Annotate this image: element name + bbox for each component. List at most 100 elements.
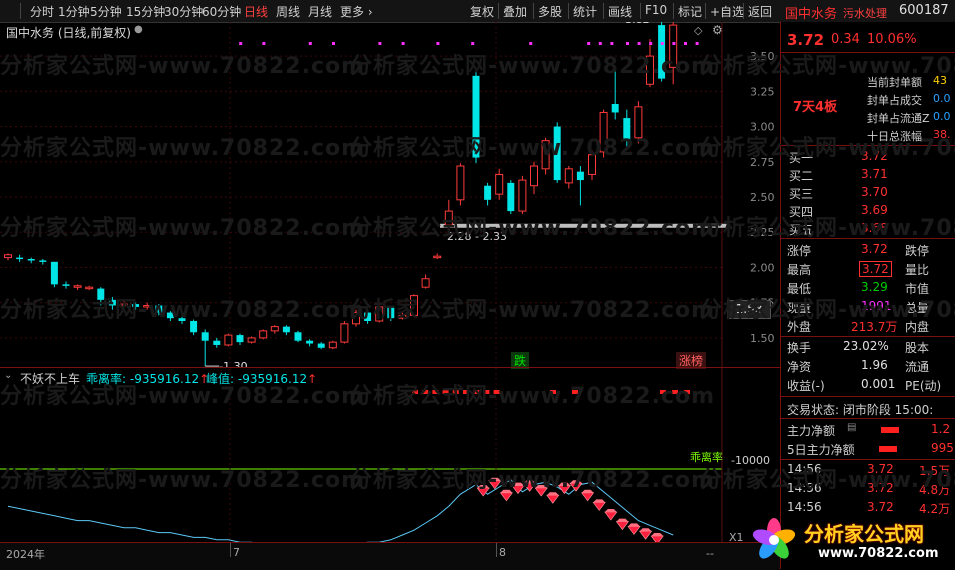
divider: [640, 3, 641, 19]
settings-icon[interactable]: ⚙: [712, 23, 723, 37]
candle[interactable]: [201, 329, 209, 367]
flow-value: 995: [931, 441, 954, 455]
signal-dot: [401, 42, 405, 45]
toolbar-button[interactable]: F10: [645, 3, 667, 17]
candle[interactable]: [317, 342, 325, 350]
watermark-text: 分析家公式网-www.70822.com: [0, 468, 366, 493]
time-axis[interactable]: 2024年 7 8 -- X1: [0, 531, 780, 570]
low-annotation: -1.30: [219, 360, 247, 367]
flow-value: 1.2: [931, 422, 951, 436]
candle[interactable]: [507, 180, 515, 214]
chart-options-dot[interactable]: ●: [134, 24, 143, 35]
divider: [705, 3, 706, 19]
candle[interactable]: [340, 321, 349, 344]
period-tab[interactable]: 15分钟: [126, 3, 165, 20]
candle[interactable]: [224, 333, 233, 347]
candle[interactable]: [484, 182, 492, 206]
candle[interactable]: [306, 339, 314, 347]
candle[interactable]: [530, 161, 538, 195]
toolbar-button[interactable]: +自选: [710, 3, 744, 20]
seal-value: 0.0: [933, 110, 951, 123]
stat2-label-right: 流通: [905, 360, 930, 374]
candle[interactable]: [247, 336, 256, 344]
stat2-label: 换手: [787, 341, 812, 355]
axis-month-8: 8: [499, 546, 506, 559]
candle[interactable]: [576, 166, 584, 206]
candle[interactable]: [421, 274, 430, 289]
candle[interactable]: [62, 281, 70, 289]
candle[interactable]: [259, 329, 268, 340]
candle[interactable]: [328, 340, 337, 350]
watermark-text: 分析家公式网-www.70822.com: [350, 54, 716, 79]
zoom-out-button[interactable]: --: [706, 547, 714, 560]
candle[interactable]: [27, 257, 35, 264]
stat2-label: 收益(-): [787, 379, 825, 393]
period-tab[interactable]: 1分钟: [58, 3, 90, 20]
period-tab[interactable]: 更多 ›: [340, 3, 373, 20]
diamond-icon[interactable]: ◇: [694, 24, 702, 37]
axis-month-7: 7: [233, 546, 240, 559]
toolbar-button[interactable]: 画线: [608, 3, 632, 20]
stat-label-right: 量比: [905, 263, 930, 277]
watermark-text: 分析家公式网-www.70822.com: [700, 54, 955, 79]
candle[interactable]: [39, 259, 47, 265]
watermark-text: 分析家公式网-www.70822.com: [700, 216, 955, 241]
candle[interactable]: [213, 337, 221, 348]
y-tick-label: 2.50: [750, 191, 775, 204]
candle[interactable]: [282, 325, 290, 336]
signal-dot: [587, 42, 591, 45]
scale-button[interactable]: X1: [729, 531, 744, 544]
candle[interactable]: [16, 254, 24, 262]
period-tab[interactable]: 60分钟: [202, 3, 241, 20]
candle[interactable]: [433, 253, 442, 259]
signal-dot: [610, 42, 614, 45]
period-tab[interactable]: 5分钟: [90, 3, 122, 20]
candle[interactable]: [85, 285, 94, 290]
period-tab[interactable]: 30分钟: [164, 3, 203, 20]
watermark-text: 分析家公式网-www.70822.com: [350, 384, 716, 409]
candle[interactable]: [518, 175, 527, 214]
candle[interactable]: [270, 325, 279, 334]
seal-label: 封单占成交: [867, 94, 922, 107]
signal-dot: [436, 42, 440, 45]
bid-label: 买三: [789, 187, 814, 201]
period-tab[interactable]: 分时: [30, 3, 54, 20]
stock-sector: 污水处理: [843, 7, 887, 20]
toolbar-button[interactable]: 叠加: [503, 3, 527, 20]
seal-value: 0.0: [933, 92, 951, 105]
candle[interactable]: [564, 166, 573, 189]
price-change-pct: 10.06%: [867, 32, 917, 47]
stock-name[interactable]: 国中水务: [785, 3, 837, 22]
toolbar-button[interactable]: 复权: [470, 3, 494, 20]
candle[interactable]: [73, 284, 82, 290]
signal-dot: [262, 42, 266, 45]
price-change: 0.34: [831, 32, 860, 47]
candle[interactable]: [294, 330, 302, 343]
stat2-value: 23.02%: [843, 339, 889, 353]
candle[interactable]: [495, 168, 504, 200]
watermark-text: 分析家公式网-www.70822.com: [700, 298, 955, 323]
signal-dot: [529, 42, 533, 45]
period-tab[interactable]: 月线: [308, 3, 332, 20]
candle[interactable]: [456, 163, 465, 206]
signal-dot: [637, 42, 641, 45]
list-icon[interactable]: ▤: [847, 422, 856, 433]
toolbar-button[interactable]: 返回: [748, 3, 772, 20]
candle[interactable]: [50, 261, 58, 288]
period-tab[interactable]: 日线: [244, 3, 268, 20]
flower-logo-icon: [752, 518, 796, 559]
toolbar-button[interactable]: 标记: [678, 3, 702, 20]
signal-dot: [649, 42, 653, 45]
stat2-value: 1.96: [861, 358, 888, 372]
candle[interactable]: [4, 253, 12, 261]
divider: [603, 3, 604, 19]
watermark-text: 分析家公式网-www.70822.com: [0, 136, 366, 161]
signal-dot: [695, 42, 699, 45]
toolbar-button[interactable]: 统计: [573, 3, 597, 20]
toolbar-button[interactable]: 多股: [538, 3, 562, 20]
y-tick-label: 1.50: [750, 332, 775, 345]
period-tab[interactable]: 周线: [276, 3, 300, 20]
stat2-label-right: 股本: [905, 341, 930, 355]
candle[interactable]: [236, 333, 244, 345]
stat2-label: 净资: [787, 360, 812, 374]
